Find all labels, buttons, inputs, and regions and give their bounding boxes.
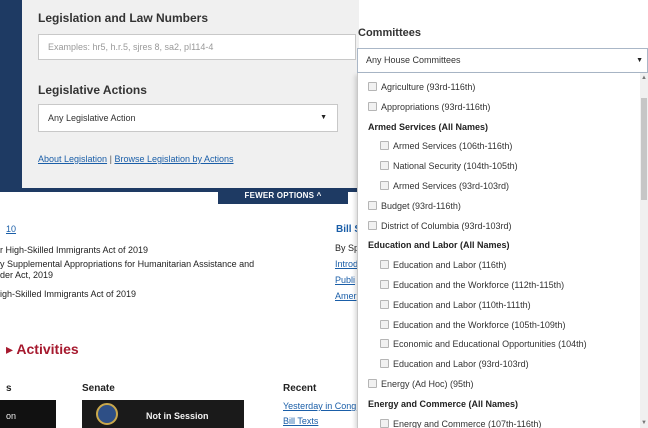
- committee-select-value: Any House Committees: [366, 55, 461, 65]
- committee-option-label: Agriculture (93rd-116th): [381, 82, 476, 92]
- committee-option-label: Armed Services (All Names): [368, 121, 489, 132]
- legislation-links: About Legislation | Browse Legislation b…: [38, 154, 234, 164]
- committee-option[interactable]: Economic and Educational Opportunities (…: [380, 335, 587, 353]
- senate-seal-icon: [96, 403, 118, 425]
- checkbox-icon[interactable]: [368, 82, 377, 91]
- committee-option-label: Armed Services (93rd-103rd): [393, 181, 510, 191]
- committee-option-label: Armed Services (106th-116th): [393, 141, 513, 152]
- legislation-number-input[interactable]: Examples: hr5, h.r.5, sjres 8, sa2, pl11…: [38, 34, 356, 60]
- committee-option[interactable]: National Security (104th-105th): [380, 157, 518, 175]
- activities-bullet: ▸: [6, 341, 17, 357]
- checkbox-icon[interactable]: [368, 200, 377, 210]
- checkbox-icon[interactable]: [380, 181, 389, 190]
- checkbox-icon[interactable]: [380, 418, 389, 428]
- committee-option[interactable]: Education and the Workforce (105th-109th…: [380, 316, 565, 334]
- committee-option-label: Education and Labor (93rd-103rd): [393, 359, 529, 370]
- committee-group-option[interactable]: Education and Labor (All Names): [368, 236, 510, 254]
- scroll-up-icon[interactable]: ▲: [640, 73, 648, 83]
- committee-option[interactable]: Armed Services (93rd-103rd): [380, 177, 509, 195]
- checkbox-icon[interactable]: [368, 379, 377, 388]
- committee-option-label: Education and the Workforce (105th-109th…: [393, 319, 566, 330]
- activities-title-text: Activities: [16, 341, 79, 357]
- committee-options-list[interactable]: Agriculture (93rd-116th) Appropriations (…: [357, 73, 648, 428]
- list-item: der Act, 2019: [0, 270, 54, 280]
- list-item[interactable]: r High-Skilled Immigrants Act of 2019: [0, 245, 148, 255]
- list-item[interactable]: igh-Skilled Immigrants Act of 2019: [0, 289, 136, 299]
- bill-public-link[interactable]: Publi: [335, 275, 355, 285]
- fewer-options-button[interactable]: FEWER OPTIONS ^: [218, 188, 348, 204]
- bill-sponsor: By Sp: [335, 243, 360, 253]
- recent-link-bill-texts[interactable]: Bill Texts: [283, 416, 318, 426]
- committee-option[interactable]: Education and Labor (110th-111th): [380, 296, 531, 314]
- checkbox-icon[interactable]: [368, 101, 377, 111]
- list-item[interactable]: y Supplemental Appropriations for Humani…: [0, 259, 254, 269]
- committee-option[interactable]: Armed Services (106th-116th): [380, 137, 512, 155]
- committee-group-option[interactable]: Energy and Commerce (All Names): [368, 395, 518, 413]
- column-heading-senate: Senate: [82, 383, 115, 394]
- bill-amendment-link[interactable]: Amer: [335, 291, 357, 301]
- house-floor-thumbnail[interactable]: on: [0, 400, 56, 428]
- browse-legislation-link[interactable]: Browse Legislation by Actions: [114, 154, 233, 164]
- dropdown-arrow-icon: ▼: [636, 57, 643, 64]
- checkbox-icon[interactable]: [380, 319, 389, 329]
- committee-option-label: Appropriations (93rd-116th): [381, 101, 491, 112]
- committee-option-label: Energy and Commerce (107th-116th): [393, 418, 542, 428]
- activities-title: ▸ Activities: [6, 341, 79, 358]
- committee-option[interactable]: Energy (Ad Hoc) (95th): [368, 375, 474, 393]
- checkbox-icon[interactable]: [380, 280, 389, 289]
- senate-floor-thumbnail[interactable]: Not in Session: [82, 400, 244, 428]
- committee-option[interactable]: Education and Labor (116th): [380, 256, 506, 274]
- committee-group-option[interactable]: Armed Services (All Names): [368, 118, 488, 136]
- bill-number-link[interactable]: 10: [6, 224, 16, 234]
- about-legislation-link[interactable]: About Legislation: [38, 154, 107, 164]
- checkbox-icon[interactable]: [380, 141, 389, 151]
- bill-introduced-link[interactable]: Introd: [335, 259, 358, 269]
- house-thumb-text: on: [6, 411, 17, 421]
- column-heading-recent: Recent: [283, 383, 317, 394]
- committee-option[interactable]: Budget (93rd-116th): [368, 197, 461, 215]
- committees-label: Committees: [358, 27, 421, 39]
- search-panel-body: Legislation and Law Numbers Examples: hr…: [22, 0, 359, 188]
- recent-link-yesterday[interactable]: Yesterday in Cong: [283, 401, 356, 411]
- checkbox-icon[interactable]: [380, 161, 389, 171]
- committee-option-label: Energy (Ad Hoc) (95th): [381, 379, 474, 389]
- legislation-heading: Legislation and Law Numbers: [38, 11, 209, 25]
- committee-option[interactable]: District of Columbia (93rd-103rd): [368, 217, 512, 235]
- committee-option[interactable]: Agriculture (93rd-116th): [368, 78, 475, 96]
- committee-option-label: Education and Labor (All Names): [368, 240, 510, 251]
- committee-option-label: Education and the Workforce (112th-115th…: [393, 280, 565, 290]
- checkbox-icon[interactable]: [380, 260, 389, 270]
- checkbox-icon[interactable]: [368, 220, 377, 230]
- committee-option-label: Education and Labor (116th): [393, 260, 507, 271]
- link-separator: |: [109, 154, 112, 164]
- legislative-actions-heading: Legislative Actions: [38, 83, 147, 97]
- senate-status: Not in Session: [146, 411, 209, 421]
- committee-option[interactable]: Education and Labor (93rd-103rd): [380, 355, 529, 373]
- scroll-down-icon[interactable]: ▼: [640, 418, 648, 428]
- committee-option[interactable]: Energy and Commerce (107th-116th): [380, 415, 541, 428]
- checkbox-icon[interactable]: [380, 299, 389, 309]
- committee-option-label: National Security (104th-105th): [393, 161, 518, 172]
- committee-option-label: Budget (93rd-116th): [381, 200, 461, 211]
- committee-select[interactable]: Any House Committees ▼: [357, 48, 648, 73]
- dropdown-arrow-icon: ▼: [320, 114, 327, 121]
- scrollbar-thumb[interactable]: [641, 98, 647, 200]
- committee-option-label: Energy and Commerce (All Names): [368, 398, 519, 409]
- committee-option-label: Education and Labor (110th-111th): [393, 299, 531, 310]
- legislative-actions-value: Any Legislative Action: [48, 113, 136, 123]
- committee-option-label: Economic and Educational Opportunities (…: [393, 339, 587, 350]
- committee-option[interactable]: Education and the Workforce (112th-115th…: [380, 276, 564, 294]
- column-heading-house: s: [6, 383, 12, 394]
- committee-option[interactable]: Appropriations (93rd-116th): [368, 98, 490, 116]
- legislative-actions-select[interactable]: Any Legislative Action ▼: [38, 104, 338, 132]
- checkbox-icon[interactable]: [380, 359, 389, 369]
- checkbox-icon[interactable]: [380, 339, 389, 349]
- committee-option-label: District of Columbia (93rd-103rd): [381, 220, 512, 231]
